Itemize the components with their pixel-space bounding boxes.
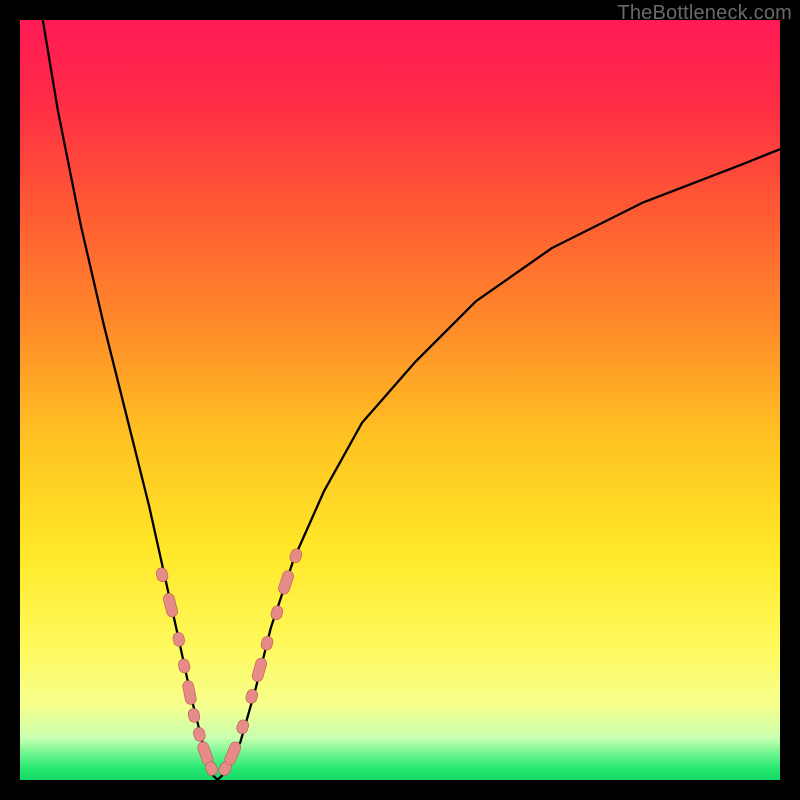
plot-area xyxy=(20,20,780,780)
outer-frame: TheBottleneck.com xyxy=(0,0,800,800)
gradient-background xyxy=(20,20,780,780)
chart-svg xyxy=(20,20,780,780)
